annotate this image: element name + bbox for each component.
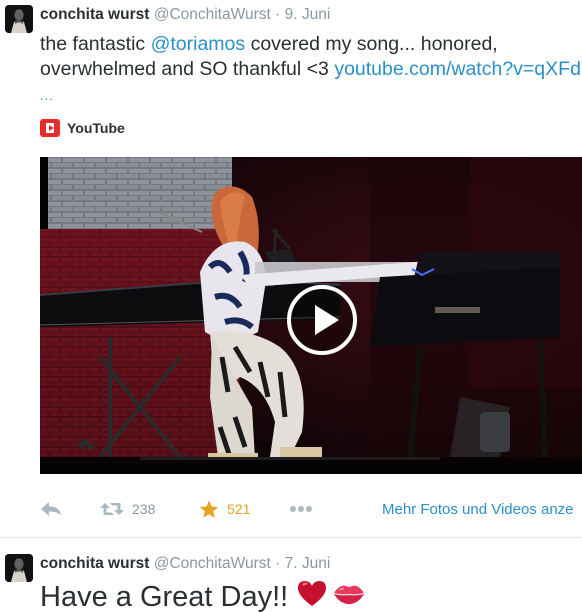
tweet-text: the fantastic @toriamos covered my song.… [40, 32, 582, 82]
more-button[interactable] [289, 497, 313, 521]
tweet-text-line: overwhelmed and SO thankful <3 youtube.c… [40, 57, 582, 82]
more-media-link[interactable]: Mehr Fotos und Videos anze [382, 497, 574, 521]
retweet-count: 238 [132, 501, 156, 517]
avatar[interactable] [5, 5, 33, 33]
play-icon[interactable] [287, 285, 357, 355]
author-username[interactable]: @ConchitaWurst [154, 6, 271, 23]
tweet-header: conchita wurst @ConchitaWurst · 7. Juni [40, 554, 330, 574]
retweet-icon [100, 503, 124, 515]
tweet-text: Have a Great Day!! [40, 579, 366, 612]
more-dots-icon [290, 506, 312, 512]
kiss-lips-emoji [332, 580, 366, 612]
favorite-count: 521 [227, 501, 251, 517]
author-username[interactable]: @ConchitaWurst [154, 555, 271, 572]
text-segment: the fantastic [40, 33, 151, 55]
avatar[interactable] [5, 554, 33, 582]
tweet-timestamp[interactable]: 7. Juni [285, 555, 331, 572]
video-player[interactable] [40, 157, 582, 474]
heart-emoji [296, 579, 328, 612]
tweet-text-content: Have a Great Day!! [40, 581, 289, 612]
mention-link[interactable]: @toriamos [151, 33, 246, 55]
text-segment: covered my song... honored, [245, 33, 498, 55]
url-link[interactable]: youtube.com/watch?v=qXFd [334, 58, 581, 80]
reply-icon [41, 502, 61, 516]
tweet[interactable]: conchita wurst @ConchitaWurst · 7. Juni … [0, 537, 582, 612]
retweet-button[interactable]: 238 [100, 497, 155, 521]
tweet-header: conchita wurst @ConchitaWurst · 9. Juni [40, 5, 330, 25]
favorite-button[interactable]: 521 [199, 497, 250, 521]
tweet[interactable]: conchita wurst @ConchitaWurst · 9. Juni … [0, 0, 582, 537]
text-segment: overwhelmed and SO thankful <3 [40, 58, 335, 80]
star-icon [199, 500, 219, 518]
card-source-label: YouTube [67, 120, 125, 136]
card-source[interactable]: YouTube [40, 118, 125, 138]
reply-button[interactable] [40, 497, 62, 521]
author-fullname[interactable]: conchita wurst [40, 555, 149, 572]
separator-dot: · [275, 555, 281, 572]
url-ellipsis[interactable]: ... [40, 88, 54, 103]
tweet-text-line: the fantastic @toriamos covered my song.… [40, 32, 582, 57]
tweet-actions: 238 521 Mehr Fotos und Videos anze [40, 497, 582, 521]
author-fullname[interactable]: conchita wurst [40, 6, 149, 23]
separator-dot: · [275, 6, 281, 23]
tweet-timestamp[interactable]: 9. Juni [285, 6, 331, 23]
youtube-logo-icon [40, 119, 60, 137]
